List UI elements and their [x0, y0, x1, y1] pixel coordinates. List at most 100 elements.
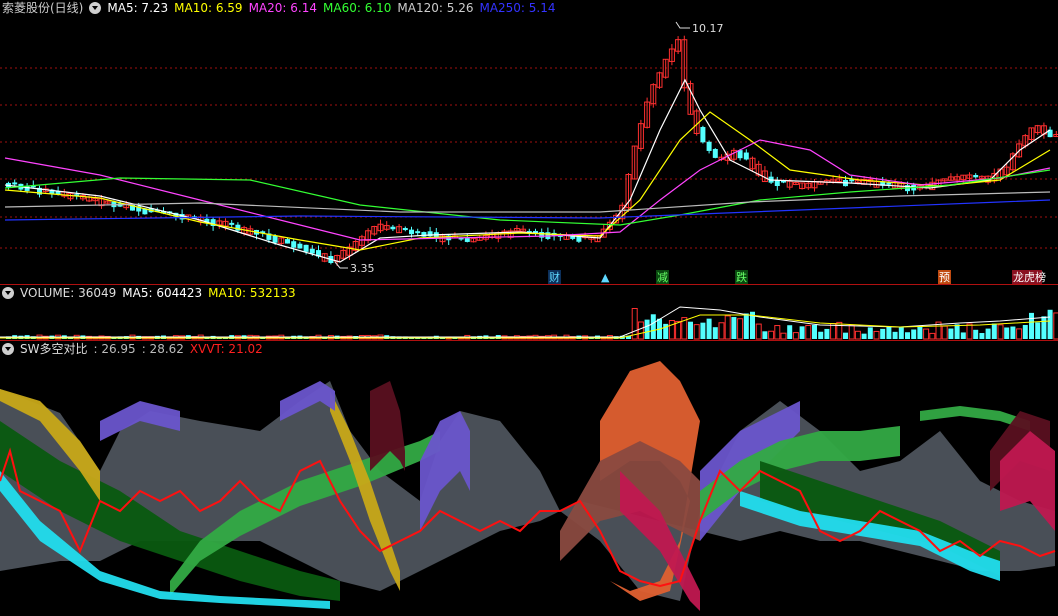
- volume-bar: [724, 315, 731, 340]
- candle-body: [309, 248, 315, 254]
- candle-body: [973, 174, 979, 178]
- volume-bar: [1016, 328, 1023, 340]
- volume-bar: [1010, 326, 1016, 339]
- volume-bar: [780, 332, 787, 340]
- volume-bar: [954, 324, 960, 339]
- candle-body: [712, 149, 718, 158]
- volume-bar: [905, 332, 910, 339]
- price-pane[interactable]: 10.17 3.35 财 ▲ 减 跌 预 龙虎榜 索菱股份(日线) MA5: 7.23 MA1…: [0, 0, 1058, 284]
- event-badge-label[interactable]: 预: [939, 271, 950, 284]
- volume-bar: [1047, 309, 1053, 339]
- vol-ma10-line: [0, 314, 1051, 339]
- candle-body: [303, 244, 309, 252]
- indicator-toggle-icon[interactable]: [2, 287, 14, 299]
- event-badge-label[interactable]: 跌: [736, 270, 747, 284]
- event-badge-label[interactable]: 减: [657, 271, 668, 284]
- volume-bar: [675, 320, 682, 340]
- volume-bar: [818, 331, 824, 339]
- candle-body: [291, 241, 297, 248]
- volume-bar: [991, 323, 997, 339]
- ma120-line: [4, 191, 1051, 213]
- volume-pane-header: VOLUME: 36049 MA5: 604423 MA10: 532133: [0, 285, 296, 301]
- candle-body: [235, 224, 241, 231]
- ma10-label: MA10: 6.59: [174, 1, 243, 15]
- indicator-toggle-icon[interactable]: [89, 2, 102, 14]
- volume-bar: [836, 321, 843, 340]
- sw-value-2: : 28.62: [141, 342, 184, 356]
- volume-bar: [923, 328, 930, 340]
- volume-bar: [929, 332, 936, 340]
- volume-bar: [668, 320, 675, 340]
- candle-body: [700, 127, 706, 143]
- ma20-label: MA20: 6.14: [248, 1, 317, 15]
- volume-bar: [1041, 316, 1047, 339]
- candle-body: [886, 182, 892, 185]
- volume-bar: [1035, 322, 1041, 339]
- event-badge-label[interactable]: 财: [549, 270, 560, 284]
- event-badge-label[interactable]: ▲: [601, 271, 610, 284]
- xvvt-label: XVVT: 21.02: [189, 342, 263, 356]
- ma250-label: MA250: 5.14: [479, 1, 556, 15]
- volume-bar: [700, 322, 706, 339]
- sw-value-1: : 26.95: [93, 342, 136, 356]
- volume-bar: [1004, 327, 1010, 339]
- volume-bar: [792, 332, 799, 340]
- volume-bar: [898, 327, 904, 339]
- candle-body: [409, 229, 414, 235]
- volume-pane[interactable]: VOLUME: 36049 MA5: 604423 MA10: 532133: [0, 285, 1058, 340]
- volume-bar: [812, 324, 817, 339]
- candle-body: [570, 236, 576, 239]
- candle-body: [297, 243, 303, 249]
- event-badge-label[interactable]: 龙虎榜: [1013, 270, 1046, 284]
- volume-bar: [688, 321, 693, 339]
- candlestick-chart[interactable]: 10.17 3.35 财 ▲ 减 跌 预 龙虎榜: [0, 0, 1058, 284]
- candle-body: [390, 226, 396, 230]
- stock-name[interactable]: 索菱股份(日线): [2, 0, 83, 16]
- volume-bar: [848, 324, 855, 340]
- indicator-toggle-icon[interactable]: [2, 343, 14, 355]
- ma60-label: MA60: 6.10: [323, 1, 392, 15]
- volume-bar: [1029, 312, 1034, 339]
- volume-bar: [979, 333, 985, 339]
- volume-bar: [861, 333, 867, 339]
- candle-body: [464, 238, 470, 242]
- volume-bar: [886, 326, 892, 339]
- ma5-label: MA5: 7.23: [107, 1, 169, 15]
- high-price-label: 10.17: [692, 22, 724, 35]
- volume-bar: [941, 325, 948, 340]
- sw-pane[interactable]: SW多空对比 : 26.95 : 28.62 XVVT: 21.02: [0, 341, 1058, 616]
- volume-bar: [854, 330, 861, 340]
- price-pane-header: 索菱股份(日线) MA5: 7.23 MA10: 6.59 MA20: 6.14…: [0, 0, 556, 16]
- volume-bar: [880, 328, 886, 339]
- volume-bar: [799, 326, 805, 339]
- volume-bar: [997, 324, 1004, 340]
- volume-bar: [911, 329, 917, 339]
- high-marker: [675, 21, 690, 29]
- volume-bar: [985, 328, 991, 339]
- volume-bar: [718, 322, 725, 340]
- volume-bar: [1022, 324, 1028, 339]
- ma20-line: [4, 139, 1051, 241]
- candle-body: [706, 141, 712, 151]
- candle-body: [539, 232, 545, 238]
- candle-body: [12, 182, 18, 185]
- volume-bar: [762, 331, 768, 339]
- candle-body: [285, 239, 290, 244]
- volume-bar: [787, 325, 793, 339]
- ma120-label: MA120: 5.26: [397, 1, 474, 15]
- candle-body: [774, 180, 780, 186]
- volume-bar: [774, 325, 781, 340]
- ma5-line: [4, 78, 1051, 263]
- candle-body: [272, 235, 278, 243]
- volume-bar: [843, 332, 848, 339]
- candle-body: [743, 152, 749, 160]
- volume-bar: [960, 332, 966, 339]
- volume-bar: [873, 330, 880, 340]
- volume-bar: [637, 321, 644, 340]
- low-price-label: 3.35: [350, 262, 375, 275]
- volume-bar: [768, 330, 775, 340]
- volume-bar: [693, 324, 700, 340]
- sw-title: SW多空对比: [20, 342, 88, 356]
- sw-ribbon-chart[interactable]: [0, 341, 1058, 616]
- vol-ma10-label: MA10: 532133: [208, 286, 296, 300]
